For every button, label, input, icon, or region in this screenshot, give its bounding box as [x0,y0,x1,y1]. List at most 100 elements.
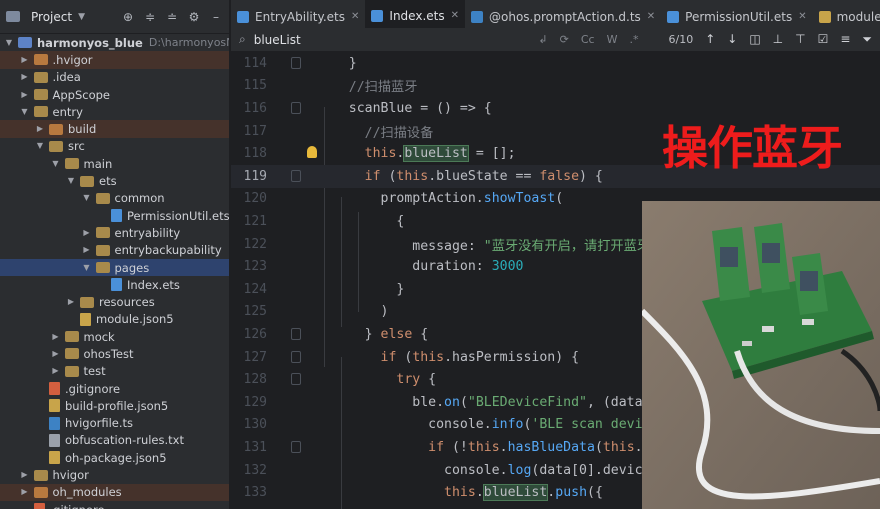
tree-item[interactable]: ▶ test [0,363,229,380]
chevron-down-icon[interactable]: ▼ [20,107,30,117]
tree-item[interactable]: Index.ets [0,276,229,293]
previous-match-icon[interactable]: ↑ [705,32,715,47]
gutter[interactable] [267,188,317,211]
gutter[interactable] [267,481,317,504]
tree-item[interactable]: ▼ harmonyos_blue D:\harmonyosNext\h [0,34,229,51]
project-title[interactable]: Project [31,10,72,24]
tree-item[interactable]: ▼ entry [0,103,229,120]
chevron-right-icon[interactable]: ▶ [51,349,61,359]
chevron-right-icon[interactable]: ▶ [82,228,92,238]
tree-item[interactable]: ▶ oh_modules [0,483,229,502]
gutter[interactable] [267,233,317,256]
close-icon[interactable]: ✕ [351,11,359,22]
tree-item[interactable]: .gitignore [0,501,229,509]
chevron-down-icon[interactable]: ▼ [4,38,14,48]
tree-item[interactable]: module.json5 [0,311,229,328]
gutter[interactable] [267,459,317,482]
new-line-icon[interactable]: ↲ [538,33,547,46]
tree-item[interactable]: obfuscation-rules.txt [0,432,229,449]
tree-item[interactable]: ▶ mock [0,328,229,345]
tree-item[interactable]: ▼ common [0,190,229,207]
expand-all-icon[interactable]: ≑ [143,10,157,24]
close-icon[interactable]: ✕ [647,11,655,22]
tree-item[interactable]: ▶ hvigor [0,466,229,483]
tree-item[interactable]: ▼ ets [0,172,229,189]
gutter[interactable] [267,52,317,75]
chevron-right-icon[interactable]: ▶ [35,124,45,134]
tree-item[interactable]: ▶ .hvigor [0,51,229,69]
chevron-down-icon[interactable]: ▼ [35,141,45,151]
minimize-icon[interactable]: – [209,10,223,24]
tree-item[interactable]: ▶ .idea [0,69,229,86]
tree-item[interactable]: build-profile.json5 [0,397,229,414]
fold-icon[interactable] [291,170,301,182]
tree-item[interactable]: oh-package.json5 [0,449,229,466]
select-all-icon[interactable]: ☑ [818,32,829,47]
tree-item[interactable]: ▶ build [0,120,229,138]
chevron-down-icon[interactable]: ▼ [82,263,92,273]
chevron-right-icon[interactable]: ▶ [51,332,61,342]
gutter[interactable] [267,323,317,346]
code-line[interactable]: 114 } [231,52,880,75]
gutter[interactable] [267,301,317,324]
fold-icon[interactable] [291,441,301,454]
select-all-occurrences-icon[interactable]: ◫ [749,32,760,47]
search-input[interactable]: blueList [254,33,301,47]
lightbulb-icon[interactable] [307,146,317,159]
fold-icon[interactable] [291,102,301,115]
gutter[interactable] [267,414,317,437]
fold-icon[interactable] [291,57,301,69]
code-line[interactable]: 115 //扫描蓝牙 [231,75,880,98]
gutter[interactable] [267,210,317,233]
fold-icon[interactable] [291,350,301,363]
tree-item[interactable]: ▼ src [0,138,229,155]
gutter[interactable] [267,255,317,278]
gutter[interactable] [267,391,317,414]
chevron-right-icon[interactable]: ▶ [20,55,30,65]
tree-item[interactable]: ▶ entryability [0,224,229,241]
whole-word-toggle[interactable]: W [607,33,618,46]
gutter[interactable] [267,120,317,143]
gutter[interactable] [267,142,317,165]
gear-icon[interactable]: ⚙ [187,10,201,24]
chevron-right-icon[interactable]: ▶ [20,72,30,82]
tree-item[interactable]: ▶ ohosTest [0,345,229,362]
chevron-right-icon[interactable]: ▶ [51,366,61,376]
tree-item[interactable]: ▶ entrybackupability [0,242,229,259]
gutter[interactable] [267,368,317,391]
tree-item[interactable]: hvigorfile.ts [0,415,229,432]
chevron-down-icon[interactable]: ▼ [82,193,92,203]
chevron-down-icon[interactable]: ▼ [78,12,85,22]
list-icon[interactable]: ≡ [840,32,850,47]
gutter[interactable] [267,278,317,301]
tree-item[interactable]: ▶ AppScope [0,86,229,103]
gutter[interactable] [267,97,317,120]
clear-icon[interactable]: ⟳ [560,33,569,46]
tree-item[interactable]: PermissionUtil.ets [0,207,229,224]
remove-selection-icon[interactable]: ⊤ [795,32,805,47]
chevron-right-icon[interactable]: ▶ [66,297,76,307]
tree-item[interactable]: ▶ resources [0,293,229,310]
gutter[interactable] [267,165,317,188]
chevron-right-icon[interactable]: ▶ [20,90,30,100]
locate-icon[interactable]: ⊕ [121,10,135,24]
add-selection-icon[interactable]: ⊥ [773,32,783,47]
chevron-right-icon[interactable]: ▶ [20,487,30,497]
regex-toggle[interactable]: .* [629,33,638,46]
fold-icon[interactable] [291,373,301,386]
close-icon[interactable]: ✕ [798,11,806,22]
gutter[interactable] [267,75,317,98]
fold-icon[interactable] [291,328,301,341]
chevron-right-icon[interactable]: ▶ [82,245,92,255]
tree-item[interactable]: ▼ main [0,155,229,172]
next-match-icon[interactable]: ↓ [727,32,737,47]
gutter[interactable] [267,346,317,369]
gutter[interactable] [267,436,317,459]
tree-item[interactable]: .gitignore [0,380,229,397]
chevron-down-icon[interactable]: ▼ [66,176,76,186]
tree-item[interactable]: ▼ pages [0,258,229,277]
filter-icon[interactable]: ⏷ [862,32,872,47]
chevron-right-icon[interactable]: ▶ [20,470,30,480]
close-icon[interactable]: ✕ [451,10,459,21]
match-case-toggle[interactable]: Cc [581,33,595,46]
